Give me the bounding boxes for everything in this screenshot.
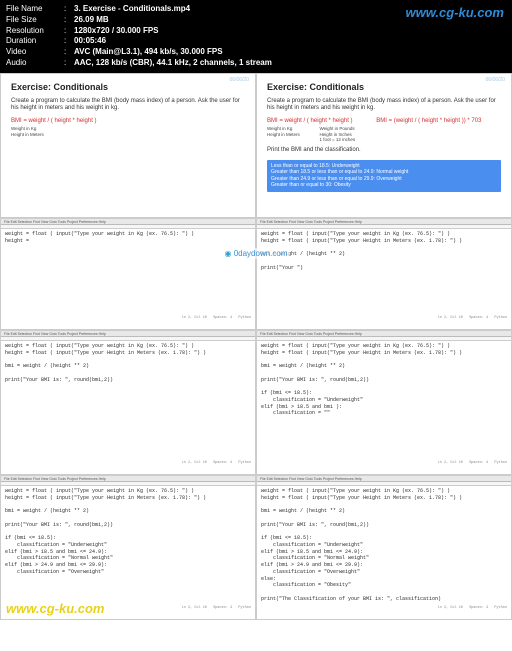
- slide-title: Exercise: Conditionals: [267, 82, 501, 92]
- bmi-formula: BMI = weight / ( height * height ): [11, 118, 97, 124]
- slide-body-2: Print the BMI and the classification.: [267, 147, 501, 155]
- code-editor[interactable]: weight = float ( input("Type your weight…: [1, 229, 255, 321]
- thumb-code-3: File Edit Selection Find View Goto Tools…: [0, 330, 256, 475]
- label-resolution: Resolution: [6, 26, 64, 37]
- watermark-center: 0daydown.com: [222, 248, 289, 259]
- units: Weight in Kg Height in Meters: [11, 126, 44, 138]
- media-info-header: File Name:3. Exercise - Conditionals.mp4…: [0, 0, 512, 73]
- status-bar: Ln 2, Col 10 Spaces: 4 Python: [438, 316, 507, 321]
- code-editor[interactable]: weight = float ( input("Type your weight…: [257, 341, 511, 466]
- status-bar: Ln 2, Col 10 Spaces: 4 Python: [438, 461, 507, 466]
- watermark-top: www.cg-ku.com: [406, 4, 504, 22]
- code-editor[interactable]: weight = float ( input("Type your weight…: [257, 229, 511, 321]
- slide-body: Create a program to calculate the BMI (b…: [11, 98, 245, 113]
- units-imperial: Weight in Pounds Height in Inches 1 foot…: [319, 126, 355, 144]
- watermark-bottom: www.cg-ku.com: [6, 601, 104, 616]
- label-audio: Audio: [6, 58, 64, 69]
- status-bar: Ln 2, Col 10 Spaces: 4 Python: [182, 461, 251, 466]
- classification-box: Less than or equal to 18.5: Underweight …: [267, 160, 501, 192]
- thumb-code-5: File Edit Selection Find View Goto Tools…: [0, 475, 256, 620]
- thumb-code-4: File Edit Selection Find View Goto Tools…: [256, 330, 512, 475]
- slide-body: Create a program to calculate the BMI (b…: [267, 98, 501, 113]
- units-metric: Weight in Kg Height in Meters: [267, 126, 300, 138]
- label-filesize: File Size: [6, 15, 64, 26]
- value-resolution: 1280x720 / 30.000 FPS: [74, 26, 506, 37]
- thumb-code-2: File Edit Selection Find View Goto Tools…: [256, 218, 512, 330]
- label-video: Video: [6, 47, 64, 58]
- slide-title: Exercise: Conditionals: [11, 82, 245, 92]
- code-editor[interactable]: weight = float ( input("Type your weight…: [1, 486, 255, 611]
- thumb-slide-right: 06/06/20 Exercise: Conditionals Create a…: [256, 73, 512, 218]
- bmi-formula-imperial: BMI = (weight / ( height * height )) * 7…: [376, 118, 481, 124]
- status-bar: Ln 2, Col 10 Spaces: 4 Python: [182, 316, 251, 321]
- bmi-formula-metric: BMI = weight / ( height * height ): [267, 118, 353, 124]
- code-editor[interactable]: weight = float ( input("Type your weight…: [257, 486, 511, 611]
- thumb-code-1: File Edit Selection Find View Goto Tools…: [0, 218, 256, 330]
- slide-date: 06/06/20: [230, 77, 249, 83]
- label-filename: File Name: [6, 4, 64, 15]
- slide-date: 06/06/20: [486, 77, 505, 83]
- thumb-code-6: File Edit Selection Find View Goto Tools…: [256, 475, 512, 620]
- value-video: AVC (Main@L3.1), 494 kb/s, 30.000 FPS: [74, 47, 506, 58]
- status-bar: Ln 2, Col 10 Spaces: 4 Python: [182, 606, 251, 611]
- value-duration: 00:05:46: [74, 36, 506, 47]
- thumb-slide-left: 06/06/20 Exercise: Conditionals Create a…: [0, 73, 256, 218]
- value-audio: AAC, 128 kb/s (CBR), 44.1 kHz, 2 channel…: [74, 58, 506, 69]
- code-editor[interactable]: weight = float ( input("Type your weight…: [1, 341, 255, 466]
- thumbnail-grid: 06/06/20 Exercise: Conditionals Create a…: [0, 73, 512, 620]
- status-bar: Ln 2, Col 10 Spaces: 4 Python: [438, 606, 507, 611]
- label-duration: Duration: [6, 36, 64, 47]
